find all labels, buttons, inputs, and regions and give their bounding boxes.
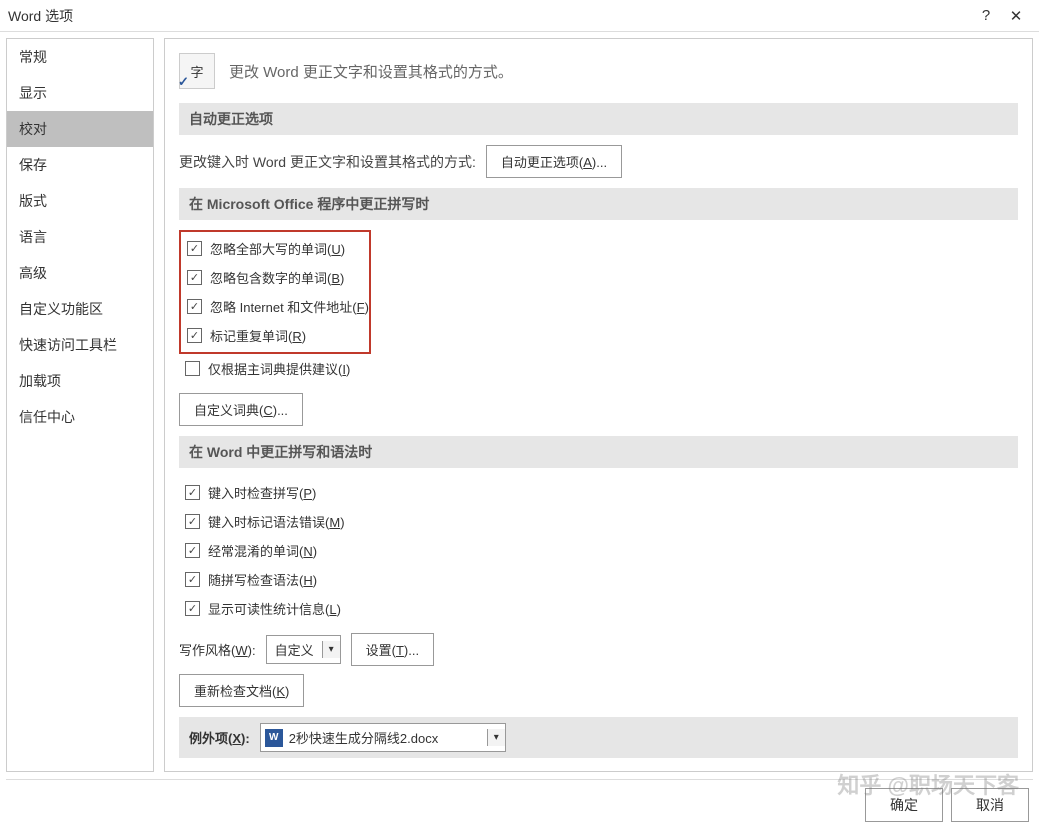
exceptions-check-0: 只隐藏此文档中的拼写错误(S) bbox=[179, 768, 1018, 772]
cancel-button[interactable]: 取消 bbox=[951, 788, 1029, 822]
word-grammar-check-4: 显示可读性统计信息(L) bbox=[179, 594, 1018, 623]
content-panel: 字 更改 Word 更正文字和设置其格式的方式。 自动更正选项 更改键入时 Wo… bbox=[164, 38, 1033, 772]
chevron-down-icon[interactable]: ▾ bbox=[322, 641, 340, 658]
proofing-icon: 字 bbox=[179, 53, 215, 89]
help-button[interactable]: ? bbox=[971, 7, 1001, 24]
dialog-title: Word 选项 bbox=[8, 6, 971, 26]
office-spell-check-1-label: 忽略包含数字的单词(B) bbox=[210, 268, 344, 287]
writing-style-label: 写作风格(W): bbox=[179, 640, 256, 659]
word-grammar-check-3-label: 随拼写检查语法(H) bbox=[208, 570, 317, 589]
ok-button[interactable]: 确定 bbox=[865, 788, 943, 822]
custom-dictionaries-button[interactable]: 自定义词典(C)... bbox=[179, 393, 303, 426]
sidebar-item-0[interactable]: 常规 bbox=[7, 39, 153, 75]
office-spell-check-0-checkbox[interactable] bbox=[187, 241, 202, 256]
dialog-footer: 确定 取消 bbox=[865, 788, 1029, 822]
office-spell-check-1-checkbox[interactable] bbox=[187, 270, 202, 285]
word-grammar-check-4-checkbox[interactable] bbox=[185, 601, 200, 616]
writing-style-select[interactable]: 自定义 ▾ bbox=[266, 635, 341, 664]
sidebar-item-3[interactable]: 保存 bbox=[7, 147, 153, 183]
office-spell-check-4-label: 仅根据主词典提供建议(I) bbox=[208, 359, 350, 378]
word-grammar-check-0-checkbox[interactable] bbox=[185, 485, 200, 500]
sidebar-item-2[interactable]: 校对 bbox=[7, 111, 153, 147]
word-grammar-check-3: 随拼写检查语法(H) bbox=[179, 565, 1018, 594]
recheck-document-button[interactable]: 重新检查文档(K) bbox=[179, 674, 304, 707]
office-spell-check-4: 仅根据主词典提供建议(I) bbox=[179, 354, 1018, 383]
word-grammar-check-1-checkbox[interactable] bbox=[185, 514, 200, 529]
highlight-box: 忽略全部大写的单词(U) 忽略包含数字的单词(B) 忽略 Internet 和文件地… bbox=[179, 230, 371, 354]
word-grammar-check-4-label: 显示可读性统计信息(L) bbox=[208, 599, 341, 618]
chevron-down-icon[interactable]: ▾ bbox=[487, 729, 505, 746]
sidebar-item-4[interactable]: 版式 bbox=[7, 183, 153, 219]
word-grammar-check-3-checkbox[interactable] bbox=[185, 572, 200, 587]
word-grammar-check-1: 键入时标记语法错误(M) bbox=[179, 507, 1018, 536]
section-office-spelling-header: 在 Microsoft Office 程序中更正拼写时 bbox=[179, 188, 1018, 220]
grammar-settings-button[interactable]: 设置(T)... bbox=[351, 633, 434, 666]
office-spell-check-4-checkbox[interactable] bbox=[185, 361, 200, 376]
office-spell-check-2-label: 忽略 Internet 和文件地址(F) bbox=[210, 297, 369, 316]
office-spell-check-3: 标记重复单词(R) bbox=[181, 321, 369, 350]
hero-text: 更改 Word 更正文字和设置其格式的方式。 bbox=[229, 61, 513, 82]
office-spell-check-2-checkbox[interactable] bbox=[187, 299, 202, 314]
close-button[interactable]: ✕ bbox=[1001, 7, 1031, 25]
section-autocorrect-header: 自动更正选项 bbox=[179, 103, 1018, 135]
word-doc-icon: W bbox=[265, 729, 283, 747]
word-grammar-check-0-label: 键入时检查拼写(P) bbox=[208, 483, 316, 502]
office-spell-check-3-checkbox[interactable] bbox=[187, 328, 202, 343]
word-grammar-check-2: 经常混淆的单词(N) bbox=[179, 536, 1018, 565]
office-spell-check-2: 忽略 Internet 和文件地址(F) bbox=[181, 292, 369, 321]
titlebar: Word 选项 ? ✕ bbox=[0, 0, 1039, 32]
autocorrect-label: 更改键入时 Word 更正文字和设置其格式的方式: bbox=[179, 152, 476, 172]
autocorrect-options-button[interactable]: 自动更正选项(A)... bbox=[486, 145, 622, 178]
word-grammar-check-0: 键入时检查拼写(P) bbox=[179, 478, 1018, 507]
office-spell-check-0: 忽略全部大写的单词(U) bbox=[181, 234, 369, 263]
office-spell-check-0-label: 忽略全部大写的单词(U) bbox=[210, 239, 345, 258]
sidebar-item-6[interactable]: 高级 bbox=[7, 255, 153, 291]
sidebar-item-7[interactable]: 自定义功能区 bbox=[7, 291, 153, 327]
hero: 字 更改 Word 更正文字和设置其格式的方式。 bbox=[179, 53, 1018, 89]
sidebar-item-9[interactable]: 加载项 bbox=[7, 363, 153, 399]
sidebar: 常规显示校对保存版式语言高级自定义功能区快速访问工具栏加载项信任中心 bbox=[6, 38, 154, 772]
office-spell-check-1: 忽略包含数字的单词(B) bbox=[181, 263, 369, 292]
sidebar-item-8[interactable]: 快速访问工具栏 bbox=[7, 327, 153, 363]
sidebar-item-1[interactable]: 显示 bbox=[7, 75, 153, 111]
sidebar-item-5[interactable]: 语言 bbox=[7, 219, 153, 255]
office-spell-check-3-label: 标记重复单词(R) bbox=[210, 326, 306, 345]
exceptions-document-select[interactable]: W 2秒快速生成分隔线2.docx ▾ bbox=[260, 723, 506, 752]
word-grammar-check-2-label: 经常混淆的单词(N) bbox=[208, 541, 317, 560]
sidebar-item-10[interactable]: 信任中心 bbox=[7, 399, 153, 435]
section-exceptions-header: 例外项(X): W 2秒快速生成分隔线2.docx ▾ bbox=[179, 717, 1018, 758]
word-grammar-check-2-checkbox[interactable] bbox=[185, 543, 200, 558]
word-grammar-check-1-label: 键入时标记语法错误(M) bbox=[208, 512, 345, 531]
section-word-grammar-header: 在 Word 中更正拼写和语法时 bbox=[179, 436, 1018, 468]
footer-separator bbox=[6, 779, 1033, 780]
